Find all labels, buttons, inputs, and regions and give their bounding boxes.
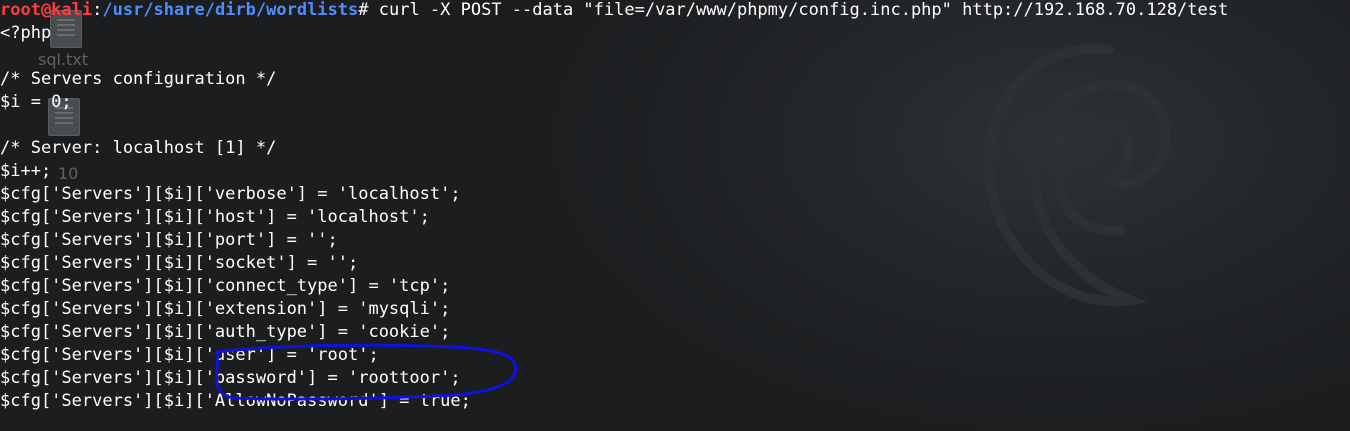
command-text: curl -X POST --data "file=/var/www/phpmy… <box>368 0 1229 20</box>
output-line: $cfg['Servers'][$i]['port'] = ''; <box>0 230 338 250</box>
command-line: root@kali:/usr/share/dirb/wordlists# cur… <box>0 0 1350 23</box>
credentials-highlight-annotation <box>215 343 518 401</box>
output-lines: <?php /* Servers configuration */ $i = 0; /… <box>0 23 1350 414</box>
output-line: $cfg['Servers'][$i]['auth_type'] = 'cook… <box>0 322 451 342</box>
output-line: /* Server: localhost [1] */ <box>0 138 277 158</box>
output-line: $cfg['Servers'][$i]['user'] = 'root'; <box>0 345 379 365</box>
prompt-symbol: # <box>358 0 369 20</box>
terminal-output[interactable]: root@kali:/usr/share/dirb/wordlists# cur… <box>0 0 1350 431</box>
output-line: $cfg['Servers'][$i]['connect_type'] = 't… <box>0 276 451 296</box>
output-line: $cfg['Servers'][$i]['password'] = 'roott… <box>0 368 461 388</box>
output-line: $i++; <box>0 161 52 181</box>
prompt-user: root@kali <box>0 0 93 20</box>
output-line: $i = 0; <box>0 92 72 112</box>
output-line: <?php <box>0 23 52 43</box>
output-line: $cfg['Servers'][$i]['AllowNoPassword'] =… <box>0 391 471 411</box>
output-line: $cfg['Servers'][$i]['verbose'] = 'localh… <box>0 184 461 204</box>
prompt-separator: : <box>92 0 103 20</box>
prompt-path: /usr/share/dirb/wordlists <box>102 0 359 20</box>
output-line: $cfg['Servers'][$i]['socket'] = ''; <box>0 253 359 273</box>
output-line: /* Servers configuration */ <box>0 69 277 89</box>
output-line: $cfg['Servers'][$i]['host'] = 'localhost… <box>0 207 430 227</box>
output-line: $cfg['Servers'][$i]['extension'] = 'mysq… <box>0 299 451 319</box>
